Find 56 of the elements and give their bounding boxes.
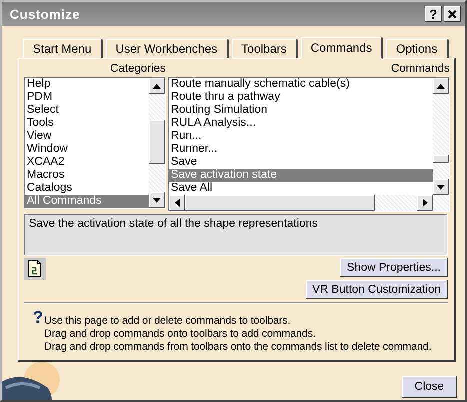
scrollbar-thumb[interactable] bbox=[149, 120, 165, 164]
list-item[interactable]: Save bbox=[169, 156, 433, 169]
list-item[interactable]: Catalogs bbox=[25, 182, 149, 195]
help-button[interactable]: ? bbox=[425, 6, 442, 22]
list-item[interactable]: Tools bbox=[25, 117, 149, 130]
window-title: Customize bbox=[10, 6, 82, 22]
scrollbar-thumb[interactable] bbox=[433, 155, 449, 163]
scroll-up-icon bbox=[437, 84, 445, 88]
scroll-down-button[interactable] bbox=[433, 179, 449, 195]
close-icon bbox=[448, 10, 457, 18]
tab[interactable]: Options bbox=[386, 39, 449, 58]
list-item[interactable]: Routing Simulation bbox=[169, 104, 433, 117]
scroll-left-icon bbox=[174, 199, 180, 207]
list-item[interactable]: View bbox=[25, 130, 149, 143]
scrollbar-thumb[interactable] bbox=[185, 195, 375, 211]
list-item[interactable]: Runner... bbox=[169, 143, 433, 156]
commands-list[interactable]: Route manually schematic cable(s) Route thru a pathway Routing Simulation RULA Analysis... Run... Runner... Save Save activation state Save All bbox=[168, 77, 450, 212]
list-item[interactable]: Macros bbox=[25, 169, 149, 182]
tab[interactable]: Toolbars bbox=[232, 39, 298, 58]
scroll-right-button[interactable] bbox=[417, 195, 433, 211]
help-text: Drag and drop commands from toolbars onto the commands list to delete command. bbox=[44, 341, 432, 354]
scroll-down-button[interactable] bbox=[149, 192, 165, 208]
list-item[interactable]: Save activation state bbox=[169, 169, 433, 182]
list-item[interactable]: Window bbox=[25, 143, 149, 156]
list-item[interactable]: XCAA2 bbox=[25, 156, 149, 169]
list-item[interactable]: All Commands bbox=[25, 195, 149, 208]
list-item[interactable]: Save All bbox=[169, 182, 433, 195]
description-text: Save the activation state of all the shape representations bbox=[29, 218, 318, 230]
document-icon[interactable] bbox=[24, 258, 46, 280]
push-button[interactable]: Show Properties... bbox=[340, 258, 448, 277]
scroll-down-icon bbox=[153, 198, 161, 202]
list-item[interactable]: Route manually schematic cable(s) bbox=[169, 78, 433, 91]
list-label: Categories bbox=[110, 63, 166, 75]
list-item[interactable]: PDM bbox=[25, 91, 149, 104]
close-button[interactable] bbox=[444, 6, 461, 22]
tab[interactable]: Commands bbox=[300, 37, 384, 59]
categories-list[interactable]: Help PDM Select Tools View Window XCAA2 Macros Catalogs All Commands bbox=[24, 77, 166, 209]
list-item[interactable]: RULA Analysis... bbox=[169, 117, 433, 130]
push-button[interactable]: VR Button Customization bbox=[306, 280, 448, 299]
scroll-up-button[interactable] bbox=[433, 78, 449, 94]
list-item[interactable]: Run... bbox=[169, 130, 433, 143]
scroll-right-icon bbox=[422, 199, 428, 207]
list-item[interactable]: Select bbox=[25, 104, 149, 117]
scroll-up-icon bbox=[153, 84, 161, 88]
list-label: Commands bbox=[391, 63, 450, 75]
list-item[interactable]: Help bbox=[25, 78, 149, 91]
help-text: Drag and drop commands onto toolbars to add commands. bbox=[44, 328, 317, 341]
scroll-down-icon bbox=[437, 184, 445, 190]
help-icon: ? bbox=[33, 310, 44, 354]
close-button[interactable]: Close bbox=[402, 376, 457, 398]
tab[interactable]: User Workbenches bbox=[106, 39, 229, 58]
list-item[interactable]: Route thru a pathway bbox=[169, 91, 433, 104]
scroll-left-button[interactable] bbox=[169, 195, 185, 211]
tab[interactable]: Start Menu bbox=[23, 39, 103, 58]
help-text: Use this page to add or delete commands to toolbars. bbox=[44, 315, 292, 328]
scroll-up-button[interactable] bbox=[149, 78, 165, 94]
